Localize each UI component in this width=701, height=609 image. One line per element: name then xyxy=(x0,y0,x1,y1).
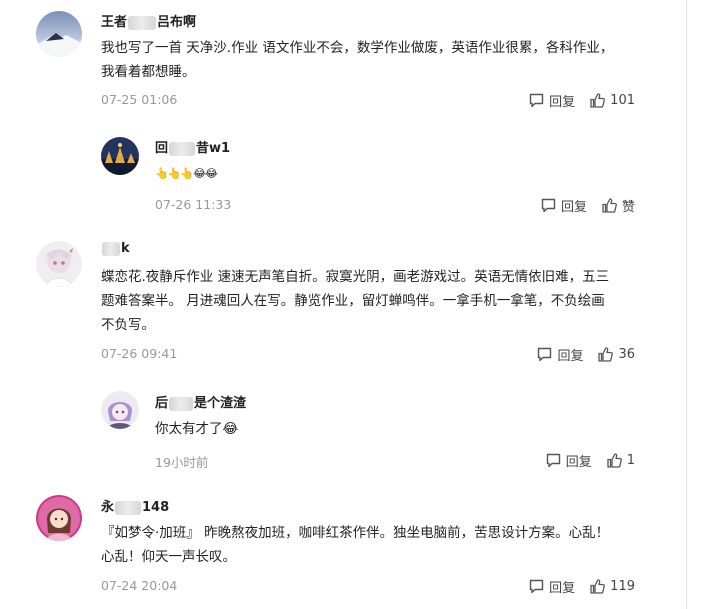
redacted-name xyxy=(115,500,142,515)
comment-actions: 回复 119 xyxy=(528,577,635,596)
comment-time: 07-24 20:04 xyxy=(101,578,178,593)
reply-button[interactable]: 回复 xyxy=(528,577,575,596)
comment-item: 永 148 『如梦令·加班』 昨晚熬夜加班，咖啡红茶作伴。独坐电脑前，苦思设计方案… xyxy=(0,0,686,609)
comment-text: 『如梦令·加班』 昨晚熬夜加班，咖啡红茶作伴。独坐电脑前，苦思设计方案。心乱！ … xyxy=(101,525,610,565)
avatar[interactable] xyxy=(36,495,82,541)
thumbs-up-icon xyxy=(590,579,606,594)
like-button[interactable]: 119 xyxy=(589,578,635,595)
scrollbar-divider xyxy=(686,0,687,609)
comment-bubble-icon xyxy=(529,579,544,594)
comment-author-name[interactable]: 永 148 xyxy=(101,496,169,515)
